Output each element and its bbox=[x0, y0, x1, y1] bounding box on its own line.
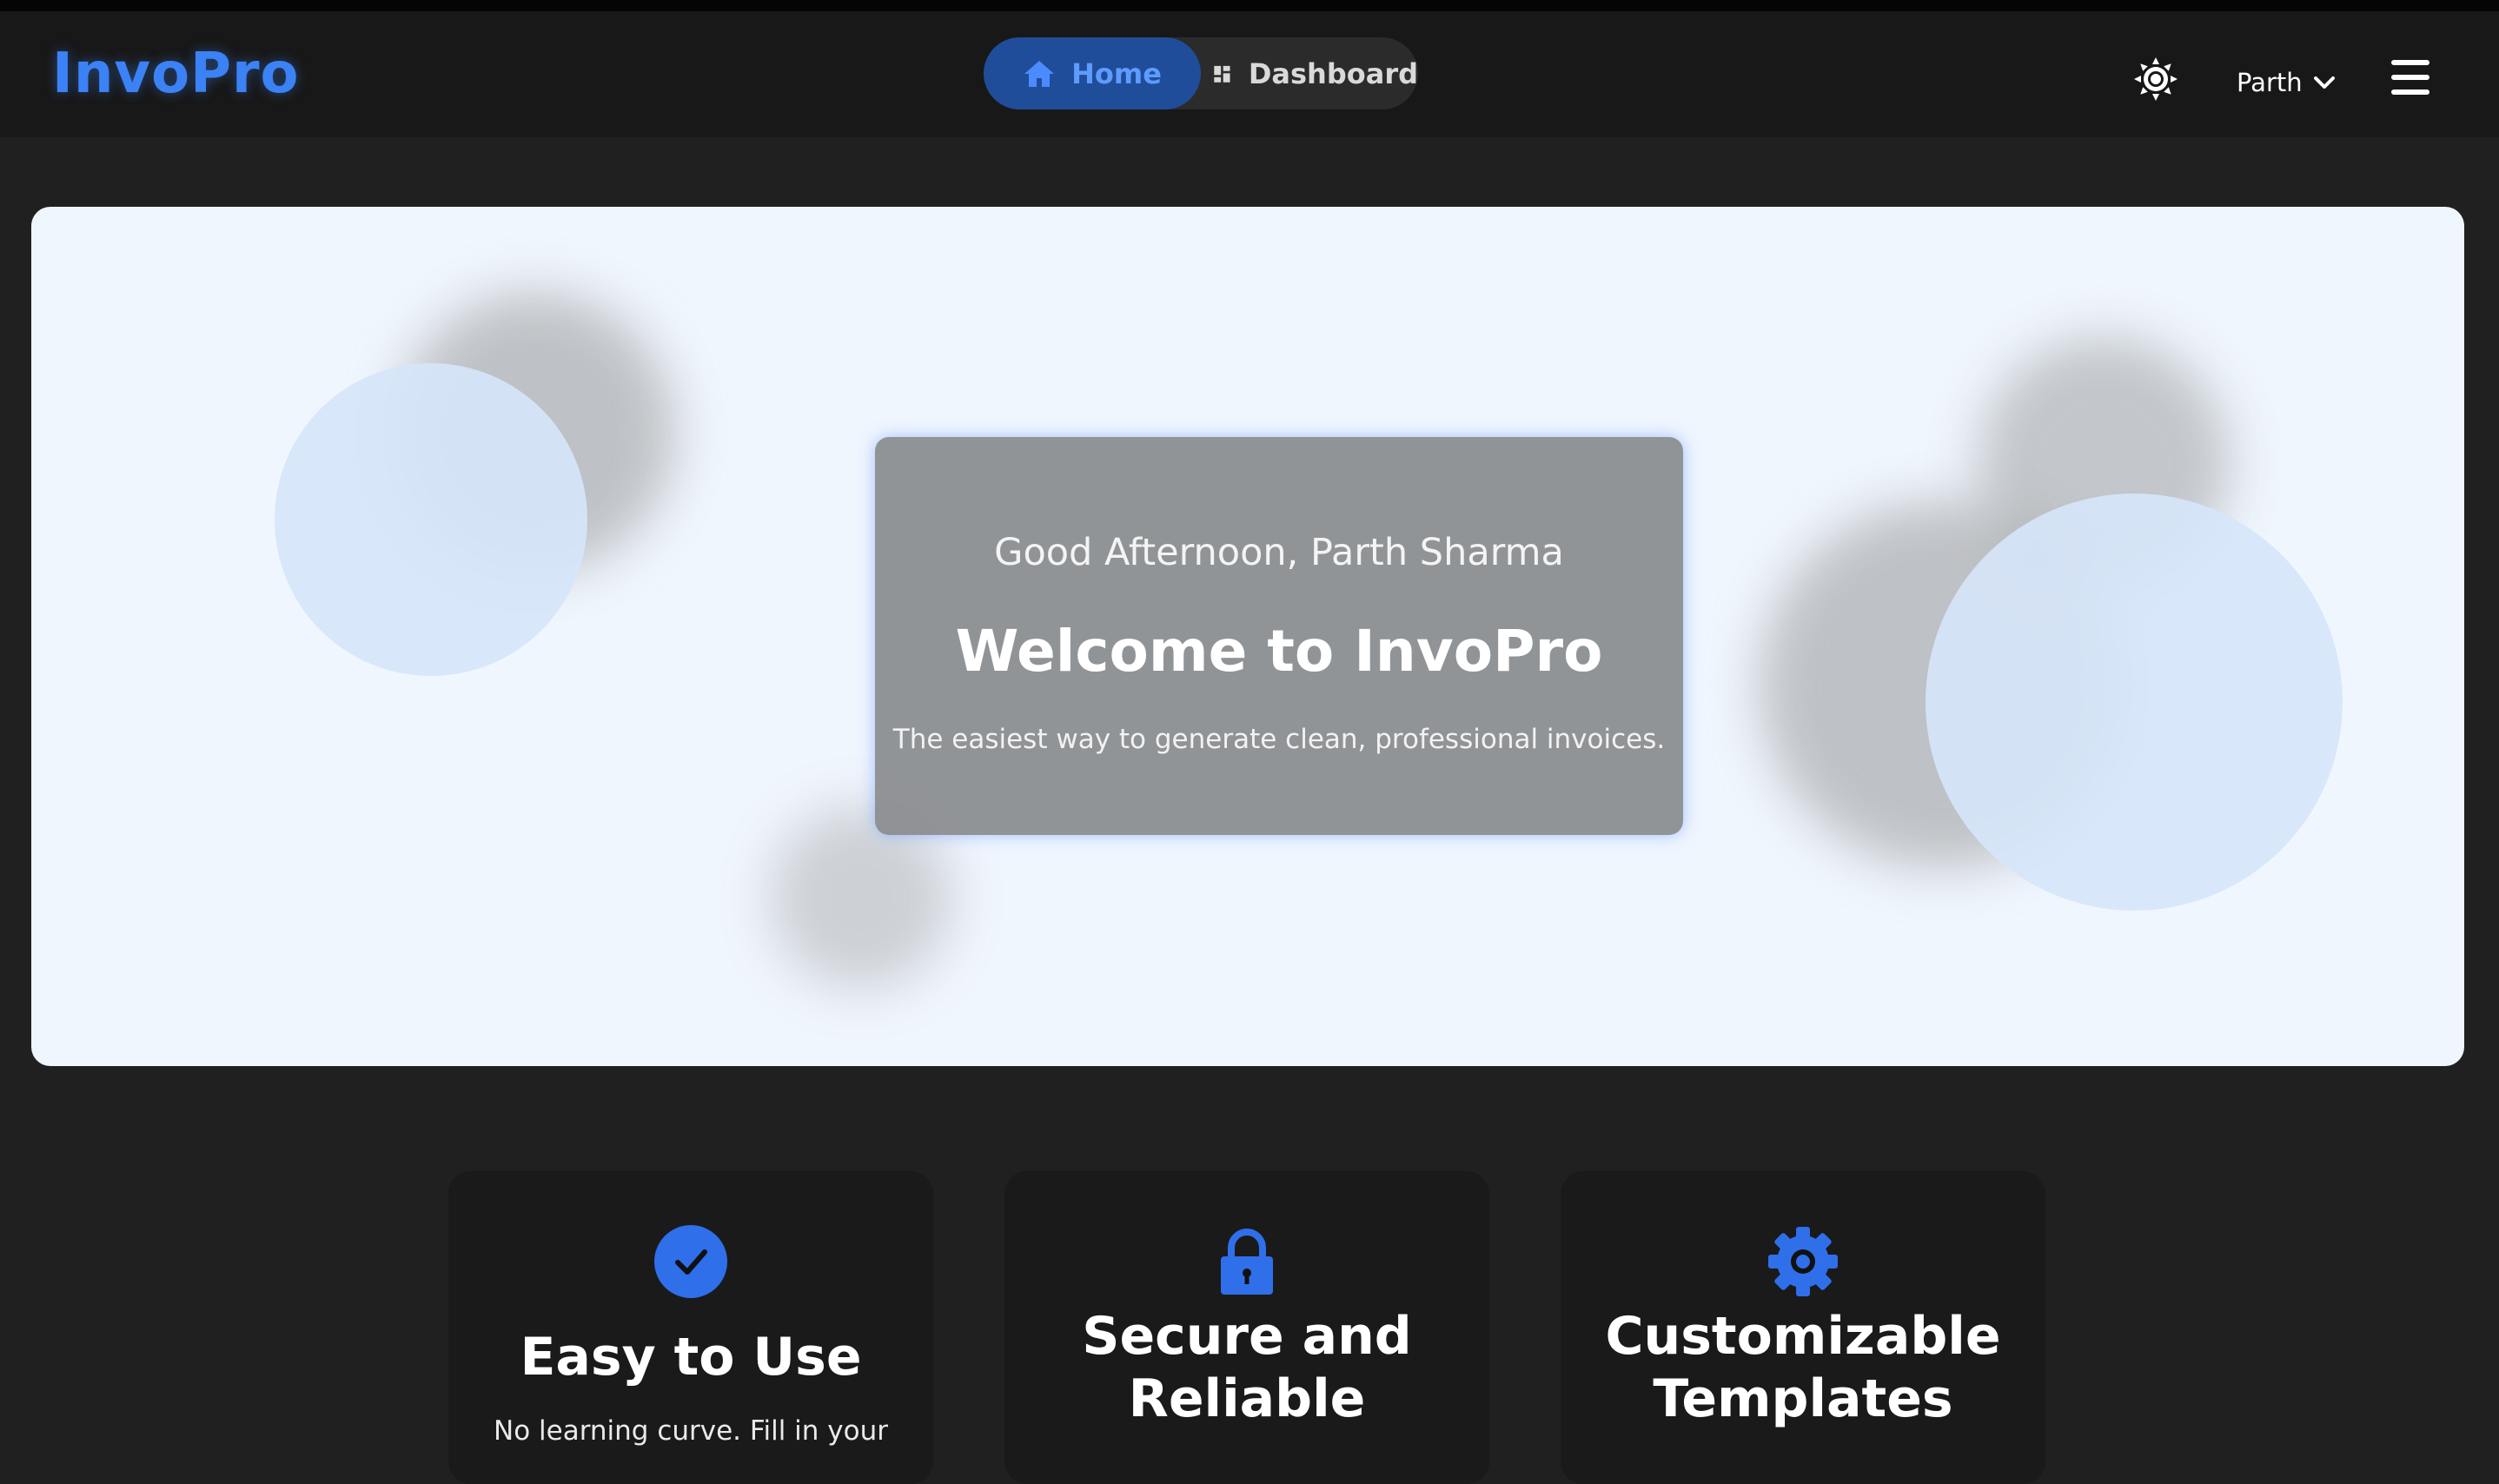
theme-toggle-button[interactable] bbox=[2133, 56, 2178, 102]
nav-tabs: Home Dashboard bbox=[984, 37, 1418, 109]
feature-title: Customizable Templates bbox=[1605, 1306, 2001, 1429]
welcome-card: Good Afternoon, Parth Sharma Welcome to … bbox=[875, 437, 1683, 835]
welcome-title: Welcome to InvoPro bbox=[955, 618, 1603, 685]
welcome-subtitle: The easiest way to generate clean, profe… bbox=[892, 724, 1666, 755]
check-circle-icon bbox=[654, 1225, 727, 1298]
user-dropdown[interactable]: Parth bbox=[2237, 65, 2336, 100]
hero-banner: Good Afternoon, Parth Sharma Welcome to … bbox=[31, 207, 2464, 1066]
chevron-down-icon bbox=[2313, 76, 2335, 89]
sun-icon bbox=[2134, 57, 2178, 101]
nav-dashboard-tab[interactable]: Dashboard bbox=[1208, 37, 1418, 109]
feature-description: No learning curve. Fill in your bbox=[494, 1415, 888, 1447]
menu-button[interactable] bbox=[2391, 60, 2429, 95]
lock-icon bbox=[1221, 1229, 1273, 1295]
feature-card-secure: Secure and Reliable bbox=[1004, 1171, 1489, 1484]
greeting-text: Good Afternoon, Parth Sharma bbox=[994, 531, 1564, 574]
decorative-circle bbox=[1926, 494, 2343, 911]
user-name: Parth bbox=[2237, 68, 2303, 97]
dashboard-icon bbox=[1214, 65, 1230, 83]
window-top-strip bbox=[0, 0, 2499, 11]
gear-icon bbox=[1768, 1227, 1838, 1296]
feature-title: Easy to Use bbox=[520, 1327, 862, 1388]
navbar: InvoPro Home Dashboard Parth bbox=[0, 11, 2499, 137]
nav-dashboard-label: Dashboard bbox=[1248, 56, 1418, 90]
feature-card-easy: Easy to Use No learning curve. Fill in y… bbox=[448, 1171, 933, 1484]
decorative-circle bbox=[275, 363, 587, 676]
feature-title: Secure and Reliable bbox=[1082, 1306, 1412, 1429]
nav-home-label: Home bbox=[1071, 56, 1162, 90]
feature-card-templates: Customizable Templates bbox=[1561, 1171, 2045, 1484]
home-icon bbox=[1024, 60, 1055, 87]
nav-home-tab[interactable]: Home bbox=[984, 37, 1201, 109]
brand-logo[interactable]: InvoPro bbox=[52, 42, 300, 106]
